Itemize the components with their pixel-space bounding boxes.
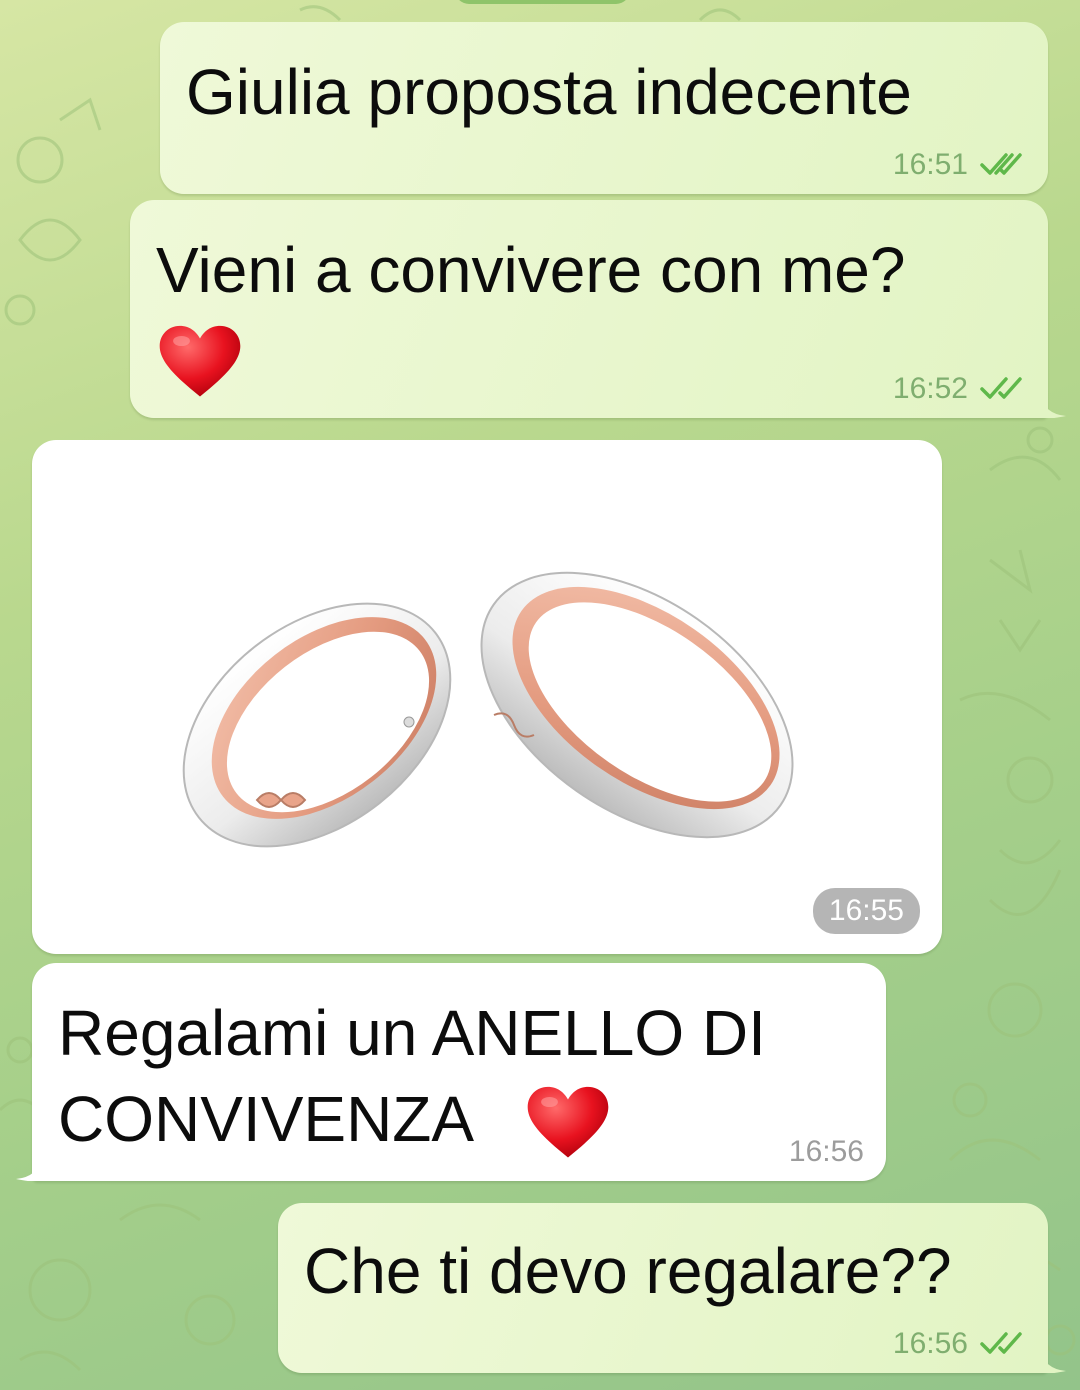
message-bubble-outgoing[interactable]: Giulia proposta indecente 16:51: [160, 22, 1048, 194]
wedding-rings-image[interactable]: [32, 440, 942, 954]
message-bubble-outgoing[interactable]: Vieni a convivere con me? 16:52: [130, 200, 1048, 418]
message-meta: 16:56: [789, 1135, 864, 1169]
message-text: Giulia proposta indecente: [186, 56, 912, 128]
message-bubble-photo[interactable]: 16:55: [32, 440, 942, 954]
photo-time-badge: 16:55: [812, 888, 920, 934]
bubble-tail-outgoing: [1040, 1349, 1066, 1373]
message-time: 16:52: [892, 372, 968, 405]
message-meta: 16:56: [893, 1327, 1026, 1361]
double-check-icon: [980, 377, 1022, 399]
message-text-line2: CONVIVENZA: [58, 1083, 475, 1155]
message-meta: 16:51: [893, 148, 1026, 182]
message-bubble-incoming[interactable]: Regalami un ANELLO DI CONVIVENZA 16:56: [32, 963, 886, 1181]
message-time: 16:51: [892, 148, 968, 181]
bubble-tail-outgoing: [1040, 394, 1066, 418]
message-meta: 16:52: [893, 372, 1026, 406]
double-check-icon: [980, 1332, 1022, 1354]
message-text: Vieni a convivere con me?: [156, 234, 906, 306]
double-check-icon: [980, 153, 1022, 175]
top-stub-bubble: [455, 0, 630, 4]
message-text: Che ti devo regalare??: [304, 1235, 952, 1307]
message-time: 16:56: [788, 1135, 864, 1168]
red-heart-icon: [527, 1086, 609, 1158]
bubble-tail-incoming: [16, 1157, 42, 1181]
red-heart-icon: [159, 325, 241, 397]
message-time: 16:56: [892, 1327, 968, 1360]
message-bubble-outgoing[interactable]: Che ti devo regalare?? 16:56: [278, 1203, 1048, 1373]
message-text-line1: Regalami un ANELLO DI: [58, 997, 766, 1069]
